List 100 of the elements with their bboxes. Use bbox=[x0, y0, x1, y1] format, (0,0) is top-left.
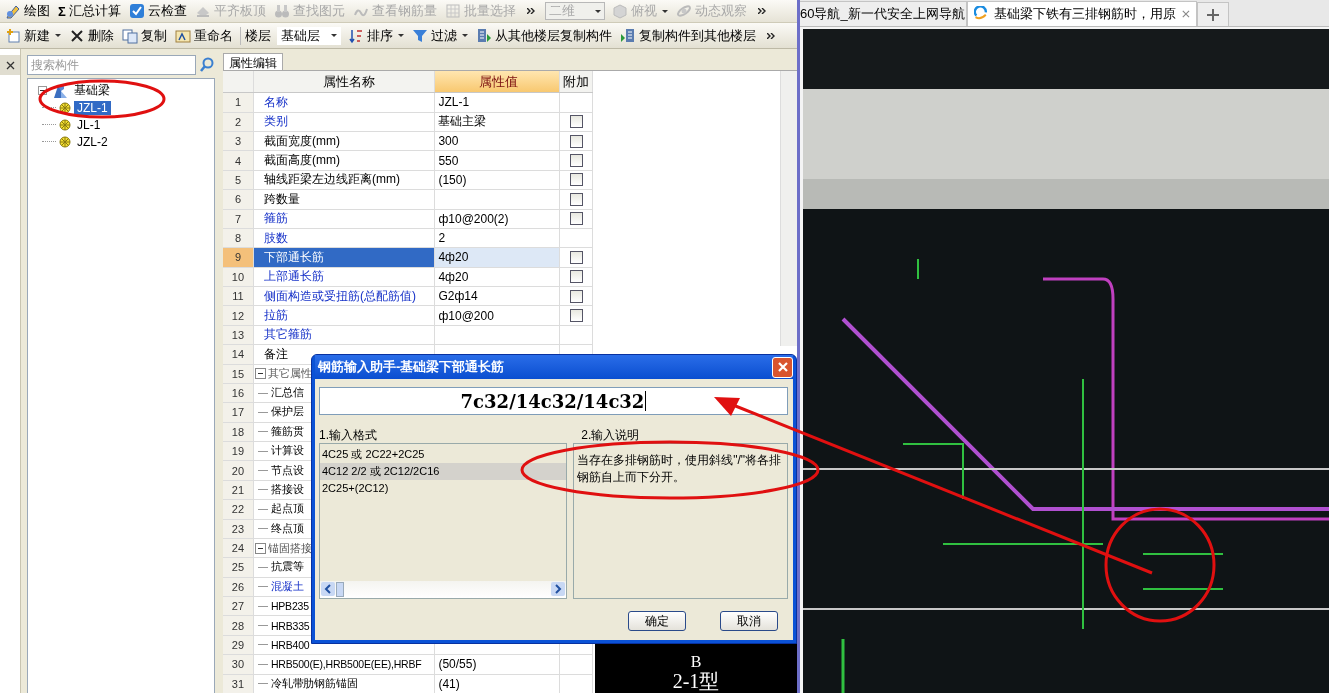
copy-floor-icon bbox=[476, 27, 492, 44]
scrollbar[interactable] bbox=[320, 581, 567, 598]
section-label: 1.输入格式 bbox=[319, 427, 378, 443]
tree-item[interactable]: 基础梁 bbox=[71, 82, 113, 99]
row-number: 1 bbox=[223, 93, 254, 112]
checkbox[interactable] bbox=[569, 173, 583, 187]
search-field[interactable]: 搜索构件 bbox=[27, 55, 196, 75]
column-header[interactable]: 属性值 bbox=[435, 71, 561, 93]
property-value: 4ф20 bbox=[438, 269, 469, 284]
collapse-icon[interactable] bbox=[38, 86, 47, 95]
delete-icon bbox=[69, 27, 85, 44]
close-icon bbox=[776, 361, 789, 373]
checkbox[interactable] bbox=[569, 309, 583, 323]
toolbar-button[interactable]: Σ 汇总计算 bbox=[57, 2, 122, 20]
property-name: 混凝土 bbox=[270, 579, 304, 594]
list-item[interactable]: 4C12 2/2 或 2C12/2C16 bbox=[320, 463, 567, 480]
close-icon bbox=[1182, 9, 1190, 19]
dialog-button[interactable]: 取消 bbox=[720, 611, 778, 631]
row-number: 27 bbox=[223, 597, 254, 616]
help-text: 当存在多排钢筋时，使用斜线"/"将各排钢筋自上而下分开。 bbox=[577, 452, 783, 486]
toolbar-button[interactable]: 云检查 bbox=[127, 2, 188, 20]
property-value: 2 bbox=[438, 231, 446, 246]
drawing-label: 2-1型 bbox=[672, 670, 720, 692]
collapse-icon[interactable] bbox=[254, 542, 266, 554]
checkbox[interactable] bbox=[569, 115, 583, 129]
cube-icon bbox=[611, 3, 628, 19]
toolbar-select[interactable]: 基础层 bbox=[277, 26, 341, 45]
toolbar-button[interactable]: 绘图 bbox=[4, 2, 51, 20]
tree-item[interactable]: JL-1 bbox=[74, 117, 104, 132]
toolbar-button[interactable]: 重命名 bbox=[174, 26, 234, 45]
toolbar-button[interactable]: 复制 bbox=[121, 26, 168, 45]
property-name: 其它属性 bbox=[267, 366, 312, 382]
property-name: 轴线距梁左边线距离(mm) bbox=[263, 171, 400, 189]
gear-icon bbox=[59, 118, 71, 131]
property-name: 节点设 bbox=[270, 463, 304, 478]
column-header[interactable]: 属性名称 bbox=[253, 71, 436, 93]
close-button[interactable] bbox=[772, 356, 793, 378]
property-name: 截面高度(mm) bbox=[263, 152, 340, 170]
checkbox[interactable] bbox=[569, 270, 583, 284]
new-tab-button[interactable] bbox=[1197, 2, 1229, 26]
arrow-left-icon bbox=[321, 582, 335, 596]
search-icon bbox=[199, 57, 215, 73]
column-header[interactable]: 附加 bbox=[560, 71, 593, 93]
property-value: (50/55) bbox=[438, 657, 477, 672]
checkbox[interactable] bbox=[569, 134, 583, 148]
toolbar-button[interactable]: 新建 bbox=[4, 26, 62, 45]
toolbar-button[interactable]: 过滤 bbox=[411, 26, 469, 45]
check-icon bbox=[128, 3, 145, 19]
list-item[interactable]: 2C25+(2C12) bbox=[320, 480, 567, 497]
toolbar-button[interactable]: 复制构件到其他楼层 bbox=[619, 26, 757, 45]
row-number: 30 bbox=[223, 655, 254, 674]
browser-tab[interactable]: 60导航_新一代安全上网导航 bbox=[800, 1, 967, 26]
property-name: HRB335 bbox=[270, 619, 310, 632]
close-icon bbox=[4, 59, 16, 71]
checkbox[interactable] bbox=[569, 212, 583, 226]
property-name: 跨数量 bbox=[263, 190, 300, 208]
drawing-label: B bbox=[690, 654, 702, 670]
property-value: (150) bbox=[438, 172, 467, 187]
collapse-icon[interactable] bbox=[254, 368, 266, 380]
row-number: 22 bbox=[223, 500, 254, 519]
property-name: 上部通长筋 bbox=[263, 268, 324, 286]
sigma-icon: Σ bbox=[58, 3, 66, 19]
scrollbar-thumb[interactable] bbox=[336, 581, 344, 597]
property-name: 锚固搭接 bbox=[267, 540, 312, 556]
property-value: 4ф20 bbox=[438, 250, 469, 265]
toolbar-button[interactable]: 从其他楼层复制构件 bbox=[475, 26, 613, 45]
toolbar-button[interactable]: 排序 bbox=[347, 26, 405, 45]
checkbox[interactable] bbox=[569, 250, 583, 264]
property-value: ф10@200 bbox=[438, 308, 494, 323]
chevron-icon bbox=[757, 8, 766, 14]
grid-icon bbox=[444, 3, 461, 19]
property-value: 基础主梁 bbox=[438, 113, 487, 131]
checkbox[interactable] bbox=[569, 192, 583, 206]
list-item[interactable]: 4C25 或 2C22+2C25 bbox=[320, 446, 567, 463]
checkbox[interactable] bbox=[569, 154, 583, 168]
property-name: 名称 bbox=[263, 93, 288, 111]
property-name: 终点顶 bbox=[270, 521, 304, 536]
row-number: 12 bbox=[223, 306, 254, 325]
tree-item[interactable]: JZL-1 bbox=[74, 100, 111, 115]
toolbar-label: 楼层 bbox=[240, 26, 271, 45]
checkbox[interactable] bbox=[569, 289, 583, 303]
row-number: 19 bbox=[223, 442, 254, 461]
copy-floor-icon bbox=[620, 27, 636, 44]
browser-logo-icon bbox=[974, 6, 989, 22]
row-number: 20 bbox=[223, 461, 254, 480]
scrollbar[interactable] bbox=[780, 71, 797, 346]
row-number: 28 bbox=[223, 616, 254, 635]
orbit-icon bbox=[675, 3, 692, 19]
property-name: 汇总信 bbox=[270, 386, 304, 401]
property-name: 抗震等 bbox=[270, 560, 304, 575]
tree-item[interactable]: JZL-2 bbox=[74, 134, 111, 149]
dialog-button[interactable]: 确定 bbox=[628, 611, 686, 631]
copy-icon bbox=[122, 27, 138, 44]
toolbar-button[interactable]: 删除 bbox=[68, 26, 115, 45]
property-name: 搭接设 bbox=[270, 482, 304, 497]
filter-icon bbox=[412, 27, 428, 44]
browser-tab[interactable]: 基础梁下铁有三排钢筋时，用原 bbox=[967, 1, 1197, 26]
row-number: 25 bbox=[223, 558, 254, 577]
input-field[interactable]: 7c32/14c32/14c32 bbox=[319, 387, 788, 415]
panel-tab[interactable]: 属性编辑 bbox=[223, 53, 283, 70]
